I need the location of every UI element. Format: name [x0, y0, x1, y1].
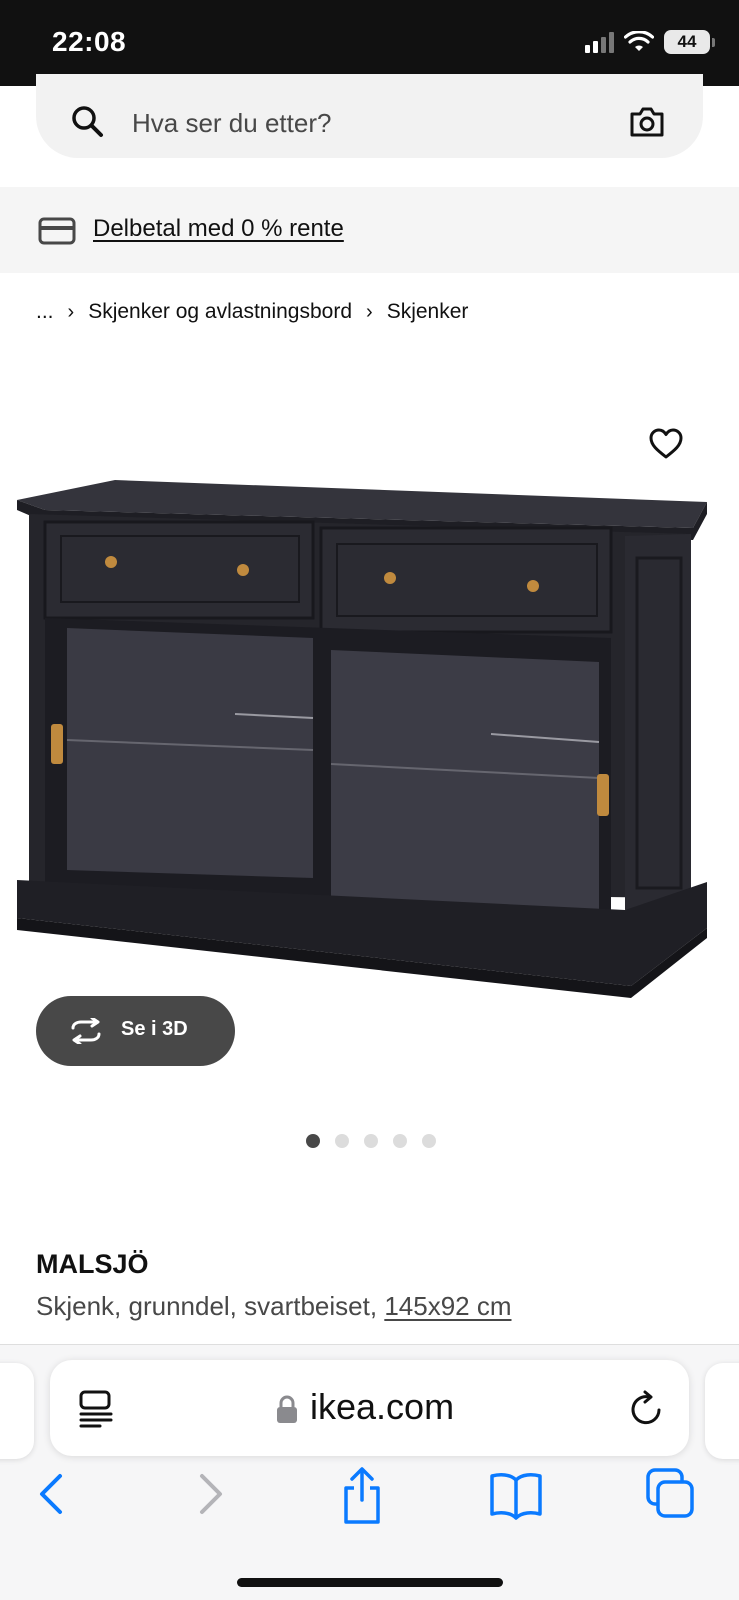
browser-toolbar [0, 1466, 739, 1536]
promo-link[interactable]: Delbetal med 0 % rente [93, 215, 344, 243]
product-description-text: Skjenk, grunndel, svartbeiset, [36, 1291, 378, 1321]
carousel-dot[interactable] [335, 1134, 349, 1148]
reload-icon[interactable] [629, 1390, 665, 1428]
product-size-link[interactable]: 145x92 cm [384, 1291, 511, 1321]
search-input[interactable]: Hva ser du etter? [132, 108, 331, 139]
search-icon[interactable] [70, 104, 104, 138]
status-time: 22:08 [52, 26, 127, 57]
breadcrumb: ... › Skjenker og avlastningsbord › Skje… [36, 300, 468, 324]
battery-icon: 44 [664, 30, 710, 54]
view-3d-button[interactable]: Se i 3D [36, 996, 235, 1066]
breadcrumb-ellipsis[interactable]: ... [36, 300, 54, 324]
address-bar[interactable]: ikea.com [50, 1360, 689, 1456]
view-3d-label: Se i 3D [121, 1018, 188, 1040]
camera-icon[interactable] [629, 106, 665, 138]
reader-mode-icon[interactable] [78, 1390, 114, 1428]
search-bar[interactable]: Hva ser du etter? [36, 74, 703, 158]
carousel-dot[interactable] [422, 1134, 436, 1148]
previous-tab-preview[interactable] [0, 1363, 34, 1459]
lock-icon [277, 1395, 297, 1423]
promo-bar: Delbetal med 0 % rente [0, 187, 739, 273]
next-tab-preview[interactable] [705, 1363, 739, 1459]
tabs-icon[interactable] [644, 1466, 696, 1526]
url-text[interactable]: ikea.com [310, 1386, 454, 1428]
carousel-dot[interactable] [306, 1134, 320, 1148]
back-icon[interactable] [36, 1466, 66, 1526]
forward-icon[interactable] [196, 1466, 226, 1526]
breadcrumb-separator: › [67, 300, 75, 323]
battery-tip [712, 37, 715, 47]
search-inner[interactable]: Hva ser du etter? [36, 84, 703, 158]
product-name: MALSJÖ [36, 1249, 149, 1279]
bookmarks-icon[interactable] [488, 1466, 544, 1526]
cellular-signal-icon [585, 31, 614, 53]
breadcrumb-item-category[interactable]: Skjenker og avlastningsbord [88, 300, 352, 324]
product-image[interactable] [15, 478, 725, 1004]
rotate-3d-icon [71, 1018, 101, 1044]
product-description: Skjenk, grunndel, svartbeiset, 145x92 cm [36, 1291, 512, 1322]
credit-card-icon [38, 217, 76, 245]
wifi-icon [624, 31, 654, 51]
carousel-dot[interactable] [393, 1134, 407, 1148]
breadcrumb-item-current[interactable]: Skjenker [387, 300, 469, 324]
carousel-dot[interactable] [364, 1134, 378, 1148]
status-icons: 44 [585, 30, 715, 54]
heart-icon[interactable] [649, 428, 683, 460]
home-indicator [237, 1578, 503, 1587]
carousel-indicator[interactable] [306, 1134, 436, 1148]
breadcrumb-separator: › [366, 300, 373, 323]
share-icon[interactable] [340, 1466, 384, 1526]
